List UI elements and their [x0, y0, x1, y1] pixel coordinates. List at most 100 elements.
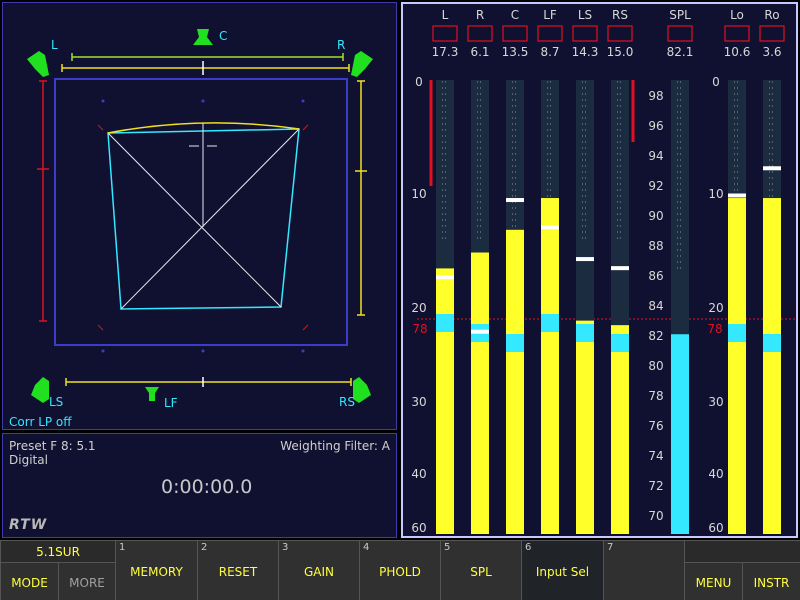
channel-rs-peak: [611, 266, 629, 271]
channel-l-band: [436, 314, 454, 332]
spl-bar: [671, 334, 689, 534]
info-panel: Preset F 8: 5.1 Weighting Filter: A Digi…: [2, 433, 397, 538]
mode-button-label: MODE: [11, 576, 48, 590]
speaker-c-icon: [193, 29, 213, 45]
spl-scale-label: 82: [648, 329, 663, 343]
downmix-lo-band: [728, 324, 746, 342]
softkey-5[interactable]: 5 SPL: [440, 540, 521, 600]
downmix-lo-bar: [728, 198, 746, 535]
preset-label: Preset F 8: 5.1: [9, 439, 96, 453]
channel-l-name-label: L: [442, 8, 449, 22]
channel-l-overload-box: [432, 25, 458, 42]
menu-button[interactable]: MENU: [684, 562, 742, 600]
right-scale-label: 40: [708, 467, 723, 481]
channel-lf-band: [541, 314, 559, 332]
speaker-rs-icon: [353, 377, 371, 403]
speaker-label-ls: LS: [49, 395, 64, 409]
speaker-label-l: L: [51, 38, 58, 52]
downmix-ro-name-label: Ro: [764, 8, 779, 22]
channel-rs-bar: [611, 325, 629, 534]
channel-r-overload-box: [467, 25, 493, 42]
channel-c-band: [506, 334, 524, 352]
spl-scale-label: 70: [648, 509, 663, 523]
channel-c-name-label: C: [511, 8, 519, 22]
weighting-filter-label: Weighting Filter: A: [280, 439, 390, 453]
softkey-2[interactable]: 2 RESET: [197, 540, 278, 600]
surround-frame: [54, 78, 348, 346]
softkey-3-num: 3: [282, 542, 289, 553]
right-scale-label: 20: [708, 301, 723, 315]
channel-c-value-readout: 13.5: [502, 45, 529, 59]
spl-scale-label: 76: [648, 419, 663, 433]
speaker-ls-icon: [31, 377, 49, 403]
channel-c-peak: [506, 198, 524, 203]
channel-rs-name-label: RS: [612, 8, 628, 22]
channel-r-name-label: R: [476, 8, 484, 22]
softkey-7[interactable]: 7: [603, 540, 684, 600]
channel-rs-value-readout: 15.0: [607, 45, 634, 59]
downmix-lo-value-readout: 10.6: [724, 45, 751, 59]
right-header: [684, 540, 800, 562]
channel-l-value-readout: 17.3: [432, 45, 459, 59]
softkey-2-label: RESET: [218, 565, 258, 579]
right-scale-label: 60: [708, 521, 723, 535]
corr-status: Corr LP off: [9, 415, 72, 429]
spl-scale-label: 88: [648, 239, 663, 253]
spl-scale-label: 94: [648, 149, 663, 163]
channel-lf-value-readout: 8.7: [540, 45, 559, 59]
surround-display: C L R LS LF RS Corr LP off: [2, 2, 397, 430]
spl-scale-label: 72: [648, 479, 663, 493]
speaker-lf-icon: [145, 387, 159, 401]
input-label: Digital: [9, 453, 48, 467]
spl-scale-label: 92: [648, 179, 663, 193]
spl-scale-label: 78: [648, 389, 663, 403]
more-button[interactable]: MORE: [58, 562, 115, 600]
channel-lf-peak: [541, 225, 559, 230]
channel-lf-name-label: LF: [543, 8, 557, 22]
softkey-4-label: PHOLD: [379, 565, 421, 579]
mode-header-label: 5.1SUR: [36, 545, 80, 559]
spl-scale-label: 84: [648, 299, 663, 313]
spl-scale-label: 98: [648, 89, 663, 103]
channel-r-value-readout: 6.1: [470, 45, 489, 59]
meter-bars: 0 10 20 30 40 60 0 10 20 30 40 60 78 78 L 17.3 R 6.1 C 13.5…: [411, 8, 796, 535]
channel-lf-bar: [541, 198, 559, 535]
mode-button[interactable]: MODE: [0, 562, 58, 600]
softkey-bar: 5.1SUR MODE MORE 1 MEMORY 2 RESET 3 GAIN…: [0, 540, 800, 600]
downmix-ro-overload-box: [759, 25, 785, 42]
softkey-1[interactable]: 1 MEMORY: [115, 540, 197, 600]
softkey-6-num: 6: [525, 542, 532, 553]
channel-ls-value-readout: 14.3: [572, 45, 599, 59]
more-button-label: MORE: [69, 576, 105, 590]
spl-name-label: SPL: [669, 8, 691, 22]
speaker-label-rs: RS: [339, 395, 355, 409]
surround-vectorscope: [27, 29, 373, 403]
softkey-5-label: SPL: [470, 565, 492, 579]
softkey-4-num: 4: [363, 542, 370, 553]
channel-l-bar: [436, 268, 454, 534]
spl-scale-label: 96: [648, 119, 663, 133]
downmix-lo-name-label: Lo: [730, 8, 744, 22]
left-scale-label: 40: [411, 467, 426, 481]
softkey-3[interactable]: 3 GAIN: [278, 540, 359, 600]
left-scale-label: 60: [411, 521, 426, 535]
softkey-6[interactable]: 6 Input Sel: [521, 540, 603, 600]
channel-ls-band: [576, 324, 594, 342]
instr-button[interactable]: INSTR: [742, 562, 800, 600]
channel-ls-overload-box: [572, 25, 598, 42]
left-scale-label: 0: [415, 75, 423, 89]
channel-ls-peak: [576, 257, 594, 262]
downmix-ro-band: [763, 334, 781, 352]
meter-panel: 0 10 20 30 40 60 0 10 20 30 40 60 78 78 L 17.3 R 6.1 C 13.5…: [401, 2, 798, 538]
channel-l-peak: [436, 275, 454, 280]
speaker-l-icon: [27, 51, 49, 77]
speaker-label-r: R: [337, 38, 346, 52]
softkey-4[interactable]: 4 PHOLD: [359, 540, 440, 600]
softkey-3-label: GAIN: [303, 565, 335, 579]
right-scale-label: 0: [712, 75, 720, 89]
left-scale-label: 30: [411, 395, 426, 409]
softkey-5-num: 5: [444, 542, 451, 553]
spl-scale-label: 90: [648, 209, 663, 223]
channel-c-bar: [506, 229, 524, 534]
reference-label-right: 78: [707, 322, 722, 336]
